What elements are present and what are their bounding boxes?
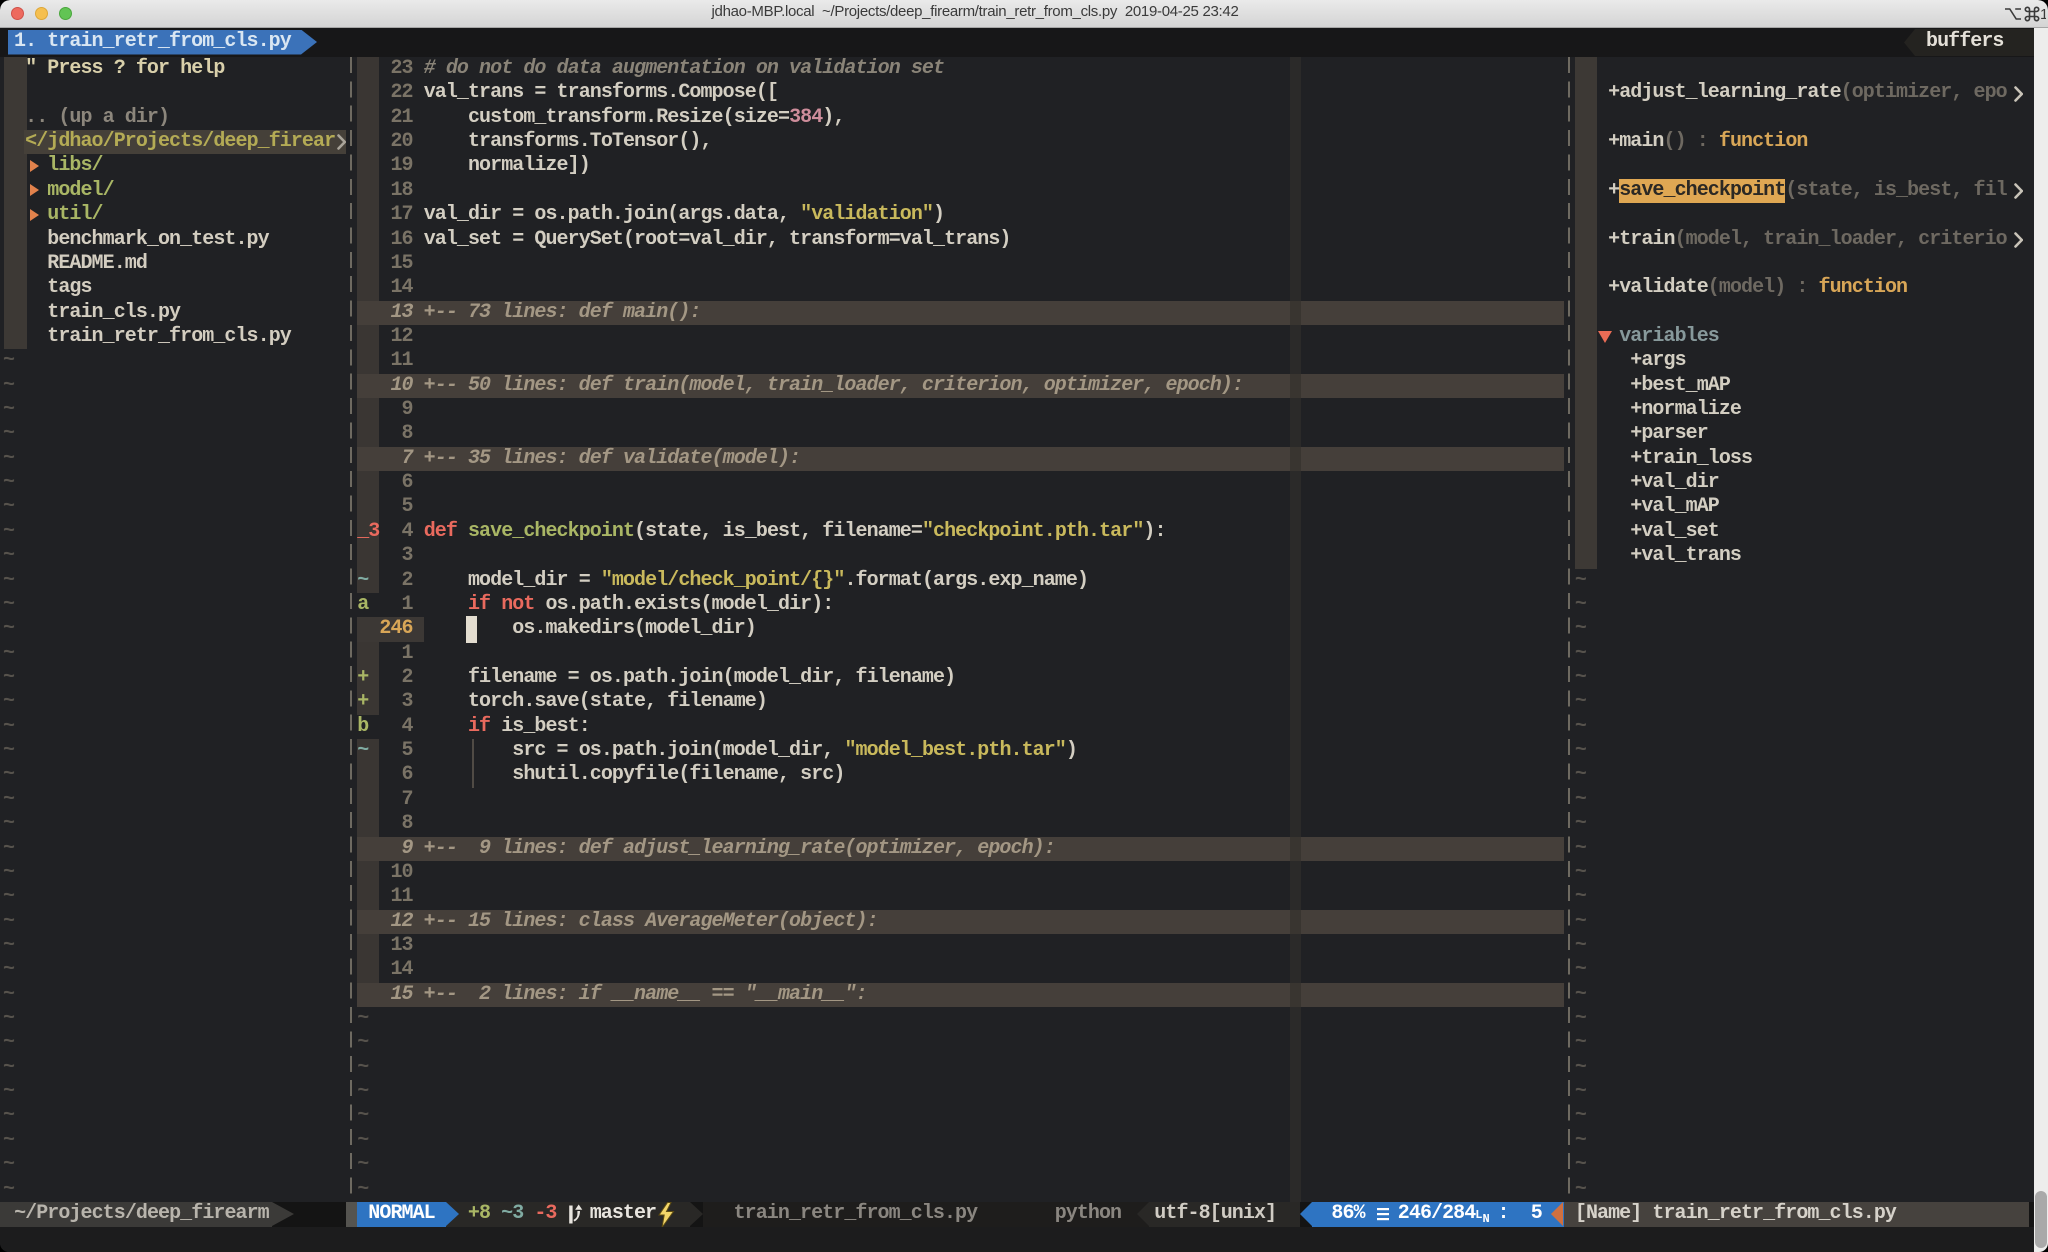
svg-text:1: 1 [2040, 6, 2046, 23]
